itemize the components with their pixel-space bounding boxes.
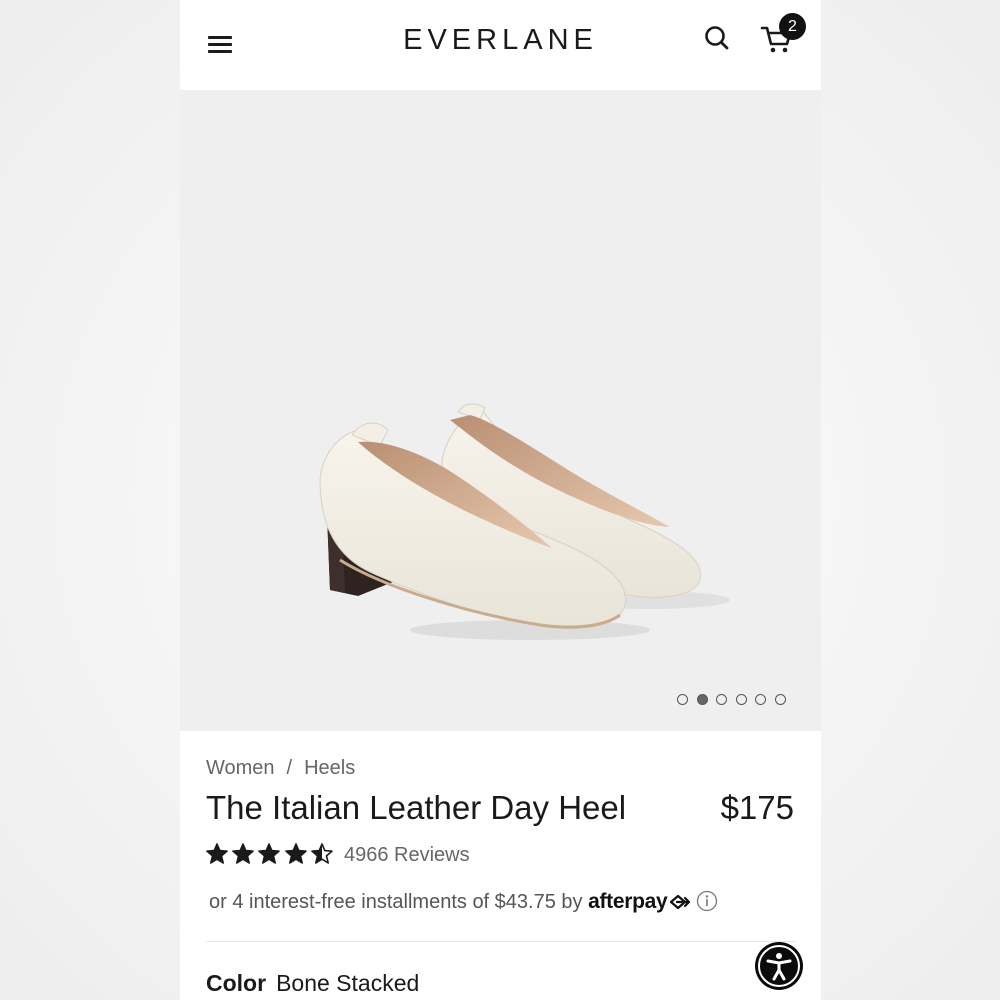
product-image-gallery[interactable] bbox=[180, 90, 821, 731]
gallery-dot[interactable] bbox=[735, 694, 747, 705]
product-details: Women / Heels The Italian Leather Day Heel… bbox=[180, 731, 821, 1000]
gallery-dot[interactable] bbox=[696, 694, 708, 705]
afterpay-logo-icon bbox=[670, 894, 691, 910]
color-value: Bone Stacked bbox=[276, 970, 420, 996]
accessibility-icon bbox=[758, 945, 800, 987]
breadcrumb: Women / Heels bbox=[206, 757, 355, 780]
accessibility-button[interactable] bbox=[755, 942, 803, 990]
section-divider bbox=[206, 941, 796, 942]
installments-text: or 4 interest-free installments of $43.7… bbox=[209, 891, 583, 913]
gallery-dot[interactable] bbox=[775, 694, 786, 705]
afterpay-installments: or 4 interest-free installments of $43.7… bbox=[209, 890, 718, 914]
color-label: Color bbox=[206, 970, 267, 996]
product-price: $175 bbox=[720, 789, 794, 826]
breadcrumb-separator: / bbox=[286, 757, 293, 779]
product-page: EVERLANE 2 Women / Heels The Italian Lea… bbox=[180, 0, 821, 1000]
color-selector: Color Bone Stacked bbox=[206, 970, 419, 997]
product-title: The Italian Leather Day Heel bbox=[206, 789, 627, 826]
product-photo bbox=[319, 403, 730, 640]
search-icon[interactable] bbox=[703, 24, 731, 52]
gallery-dot[interactable] bbox=[677, 694, 688, 705]
reviews-link[interactable]: 4966 Reviews bbox=[344, 844, 470, 867]
info-icon[interactable] bbox=[696, 890, 718, 912]
star-full-icon bbox=[258, 843, 281, 864]
star-full-icon bbox=[284, 843, 307, 864]
breadcrumb-women[interactable]: Women bbox=[206, 757, 275, 779]
star-half-icon bbox=[310, 843, 333, 864]
afterpay-brand: afterpay bbox=[588, 890, 668, 913]
cart-count-badge[interactable]: 2 bbox=[779, 13, 806, 40]
site-header: EVERLANE 2 bbox=[180, 0, 821, 90]
star-full-icon bbox=[232, 843, 254, 864]
breadcrumb-heels[interactable]: Heels bbox=[304, 757, 355, 779]
star-full-icon bbox=[206, 843, 228, 864]
